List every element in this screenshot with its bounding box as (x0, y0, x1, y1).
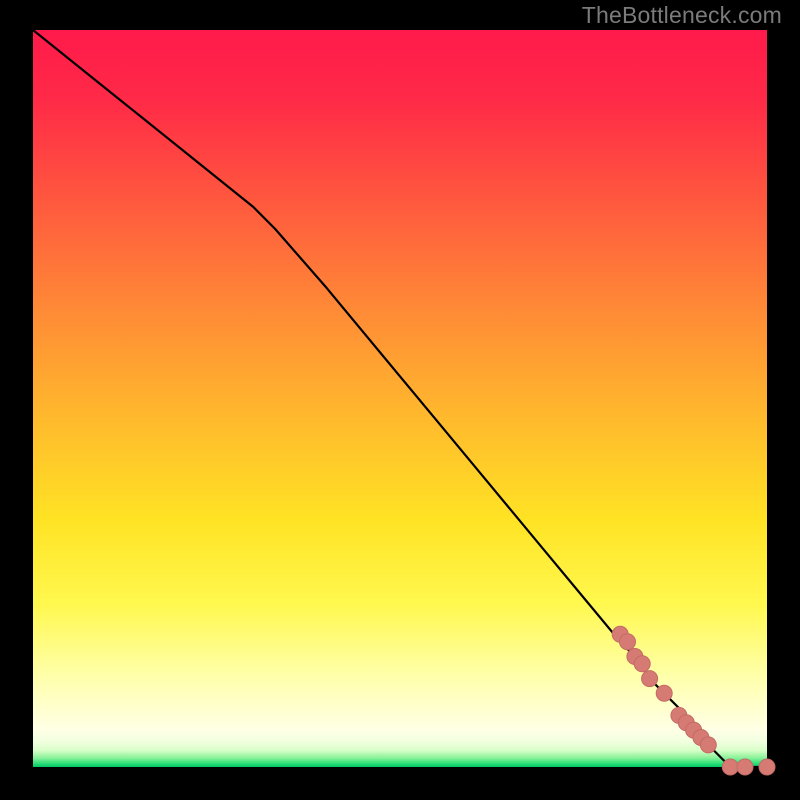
gradient-zone-bottom (33, 730, 767, 767)
plot-area (33, 30, 767, 767)
data-marker (700, 737, 716, 753)
data-marker (634, 656, 650, 672)
data-marker (642, 671, 658, 687)
data-marker (737, 759, 753, 775)
bottleneck-chart (0, 0, 800, 800)
data-marker (759, 759, 775, 775)
data-marker (656, 685, 672, 701)
chart-frame: TheBottleneck.com (0, 0, 800, 800)
data-marker (722, 759, 738, 775)
data-marker (620, 634, 636, 650)
gradient-zone-main (33, 30, 767, 730)
